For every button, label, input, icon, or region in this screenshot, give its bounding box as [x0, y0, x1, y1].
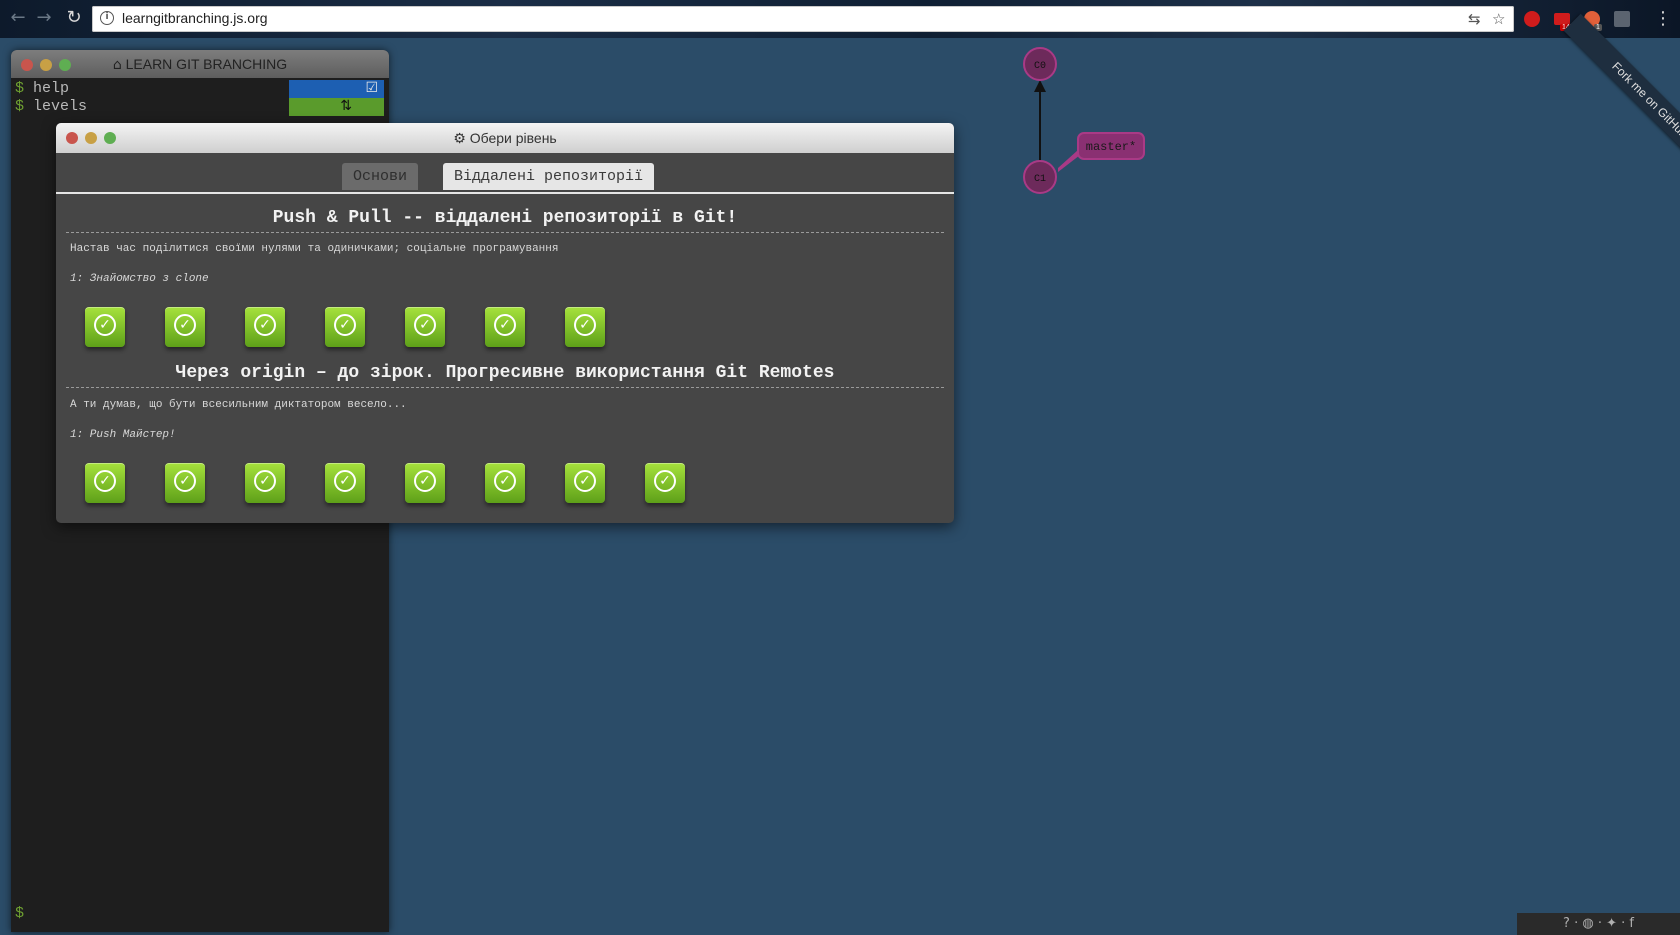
- level-button[interactable]: ✓: [565, 307, 605, 347]
- check-icon: ✓: [654, 470, 676, 492]
- level-button[interactable]: ✓: [325, 307, 365, 347]
- commit-arrowhead: [1034, 80, 1046, 92]
- level-label: 1: Знайомство з clone: [70, 273, 209, 285]
- level-button[interactable]: ✓: [565, 463, 605, 503]
- commit-c1-label: C1: [1034, 174, 1046, 185]
- tab-remote[interactable]: Віддалені репозиторії: [443, 163, 655, 190]
- check-icon: ✓: [334, 470, 356, 492]
- footer-links[interactable]: ? · ◍ · ✦ · f: [1517, 913, 1680, 935]
- level-select-modal: ⚙ Обери рівень Основи Віддалені репозито…: [56, 123, 954, 523]
- check-icon: ✓: [574, 314, 596, 336]
- level-button[interactable]: ✓: [405, 307, 445, 347]
- level-button[interactable]: ✓: [165, 307, 205, 347]
- sequence-description: Настав час поділитися своїми нулями та о…: [70, 243, 559, 255]
- check-icon: ✓: [174, 470, 196, 492]
- level-button[interactable]: ✓: [245, 307, 285, 347]
- gear-icon: ⚙: [453, 131, 466, 147]
- check-icon: ✓: [174, 314, 196, 336]
- level-button[interactable]: ✓: [405, 463, 445, 503]
- sequence-divider: [66, 232, 944, 233]
- level-button[interactable]: ✓: [485, 307, 525, 347]
- commit-c0-label: C0: [1034, 61, 1046, 72]
- check-icon: ✓: [414, 314, 436, 336]
- level-button[interactable]: ✓: [325, 463, 365, 503]
- maximize-dot-icon[interactable]: [104, 132, 116, 144]
- sequence-divider: [66, 387, 944, 388]
- sequence-title: Push & Pull -- віддалені репозиторії в G…: [272, 208, 738, 228]
- level-button[interactable]: ✓: [645, 463, 685, 503]
- check-icon: ✓: [254, 470, 276, 492]
- modal-titlebar: ⚙ Обери рівень: [56, 123, 954, 153]
- check-icon: ✓: [414, 470, 436, 492]
- branch-master-label: master*: [1086, 140, 1136, 154]
- level-button[interactable]: ✓: [85, 307, 125, 347]
- sequence-title: Через origin – до зірок. Прогресивне вик…: [175, 363, 835, 383]
- check-icon: ✓: [94, 314, 116, 336]
- tab-basics[interactable]: Основи: [342, 163, 419, 190]
- check-icon: ✓: [494, 470, 516, 492]
- sequence-description: А ти думав, що бути всесильним диктаторо…: [70, 399, 407, 411]
- level-button[interactable]: ✓: [245, 463, 285, 503]
- level-button[interactable]: ✓: [485, 463, 525, 503]
- check-icon: ✓: [94, 470, 116, 492]
- check-icon: ✓: [334, 314, 356, 336]
- level-label: 1: Push Майстер!: [70, 429, 176, 441]
- tab-bar: Основи Віддалені репозиторії: [56, 153, 954, 194]
- level-button[interactable]: ✓: [165, 463, 205, 503]
- minimize-dot-icon[interactable]: [85, 132, 97, 144]
- modal-title: Обери рівень: [469, 130, 557, 146]
- close-dot-icon[interactable]: [66, 132, 78, 144]
- check-icon: ✓: [574, 470, 596, 492]
- level-button[interactable]: ✓: [85, 463, 125, 503]
- check-icon: ✓: [494, 314, 516, 336]
- check-icon: ✓: [254, 314, 276, 336]
